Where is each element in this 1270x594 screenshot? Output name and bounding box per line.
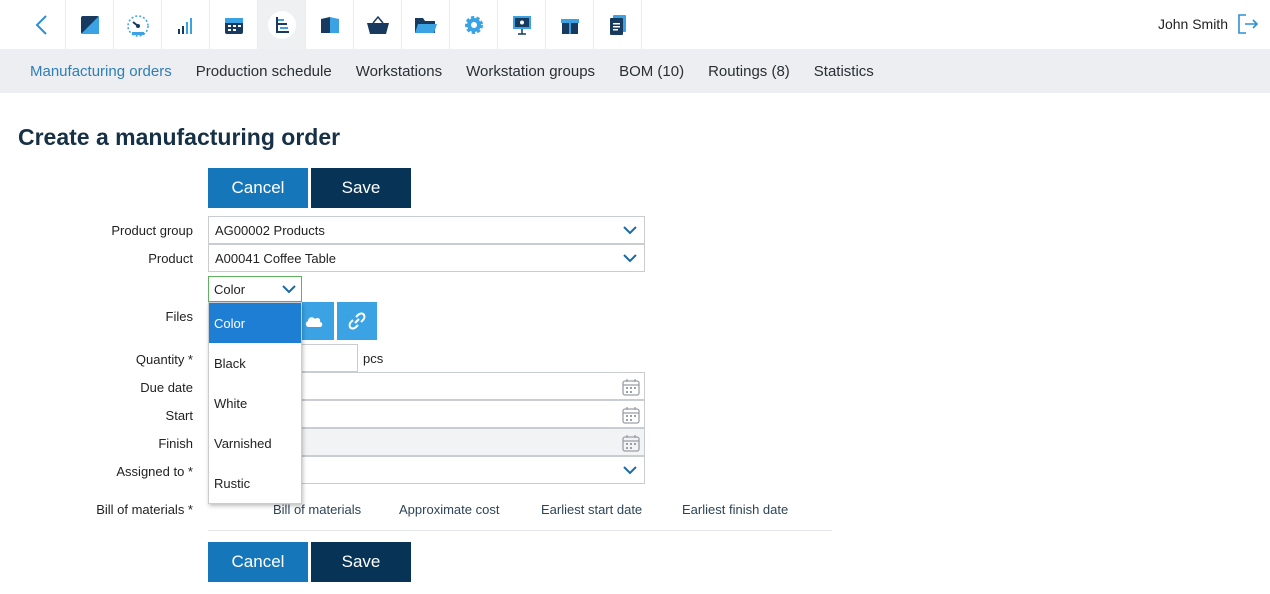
bom-label: Bill of materials * <box>96 502 193 517</box>
nav-statistics[interactable]: Statistics <box>814 63 874 80</box>
production-gantt-icon[interactable] <box>258 0 306 49</box>
folder-icon[interactable] <box>402 0 450 49</box>
link-icon <box>348 312 366 330</box>
dropdown-option-color[interactable]: Color <box>209 303 301 343</box>
dropdown-option-varnished[interactable]: Varnished <box>209 423 301 463</box>
presentation-icon[interactable] <box>498 0 546 49</box>
nav-workstation-groups[interactable]: Workstation groups <box>466 63 595 80</box>
product-group-value: AG00002 Products <box>215 222 325 238</box>
chevron-down-icon <box>623 466 637 475</box>
files-label: Files <box>165 309 193 324</box>
nav-bom[interactable]: BOM (10) <box>619 63 684 80</box>
book-icon[interactable] <box>306 0 354 49</box>
product-group-label: Product group <box>111 223 193 238</box>
earliest-start-column-header: Earliest start date <box>541 502 643 517</box>
save-button-bottom[interactable]: Save <box>311 542 411 582</box>
cloud-icon <box>305 317 323 327</box>
color-variant-select[interactable]: Color <box>208 276 302 302</box>
sub-navigation: Manufacturing orders Production schedule… <box>0 49 1270 93</box>
gift-icon[interactable] <box>546 0 594 49</box>
product-group-select[interactable]: AG00002 Products <box>208 216 645 244</box>
signal-bars-icon[interactable] <box>162 0 210 49</box>
logout-icon[interactable] <box>1236 12 1260 41</box>
gauge-icon[interactable] <box>114 0 162 49</box>
chevron-down-icon <box>282 285 296 294</box>
basket-icon[interactable] <box>354 0 402 49</box>
finish-label: Finish <box>158 436 193 451</box>
calendar-icon <box>622 435 640 452</box>
top-toolbar: John Smith <box>0 0 1270 49</box>
color-select-value: Color <box>214 281 246 297</box>
cancel-button-top[interactable]: Cancel <box>208 168 308 208</box>
calendar-icon <box>622 407 640 424</box>
calendar-icon <box>622 379 640 396</box>
assigned-to-label: Assigned to * <box>116 464 193 479</box>
start-label: Start <box>165 408 193 423</box>
dropdown-option-rustic[interactable]: Rustic <box>209 463 301 503</box>
nav-routings[interactable]: Routings (8) <box>708 63 790 80</box>
earliest-finish-column-header: Earliest finish date <box>682 502 789 517</box>
document-icon[interactable] <box>594 0 642 49</box>
calendar-icon[interactable] <box>210 0 258 49</box>
color-dropdown-list: Color Black White Varnished Rustic <box>208 302 302 504</box>
quantity-unit: pcs <box>363 351 384 366</box>
settings-gear-icon[interactable] <box>450 0 498 49</box>
link-button[interactable] <box>337 302 377 340</box>
product-label: Product <box>148 251 193 266</box>
user-name[interactable]: John Smith <box>1158 16 1228 32</box>
back-chevron-icon[interactable] <box>18 0 66 49</box>
product-value: A00041 Coffee Table <box>215 250 336 266</box>
dropdown-option-black[interactable]: Black <box>209 343 301 383</box>
save-button-top[interactable]: Save <box>311 168 411 208</box>
product-select[interactable]: A00041 Coffee Table <box>208 244 645 272</box>
module-icon-bar <box>18 0 642 49</box>
nav-manufacturing-orders[interactable]: Manufacturing orders <box>30 63 172 80</box>
page-title: Create a manufacturing order <box>18 124 341 150</box>
due-date-label: Due date <box>140 380 193 395</box>
dashboard-square-icon[interactable] <box>66 0 114 49</box>
nav-production-schedule[interactable]: Production schedule <box>196 63 332 80</box>
chevron-down-icon <box>623 254 637 263</box>
cancel-button-bottom[interactable]: Cancel <box>208 542 308 582</box>
nav-workstations[interactable]: Workstations <box>356 63 442 80</box>
chevron-down-icon <box>623 226 637 235</box>
bom-column-header: Bill of materials <box>273 502 362 517</box>
quantity-label: Quantity * <box>135 352 193 367</box>
dropdown-option-white[interactable]: White <box>209 383 301 423</box>
divider <box>208 530 832 531</box>
approximate-cost-column-header: Approximate cost <box>399 502 500 517</box>
